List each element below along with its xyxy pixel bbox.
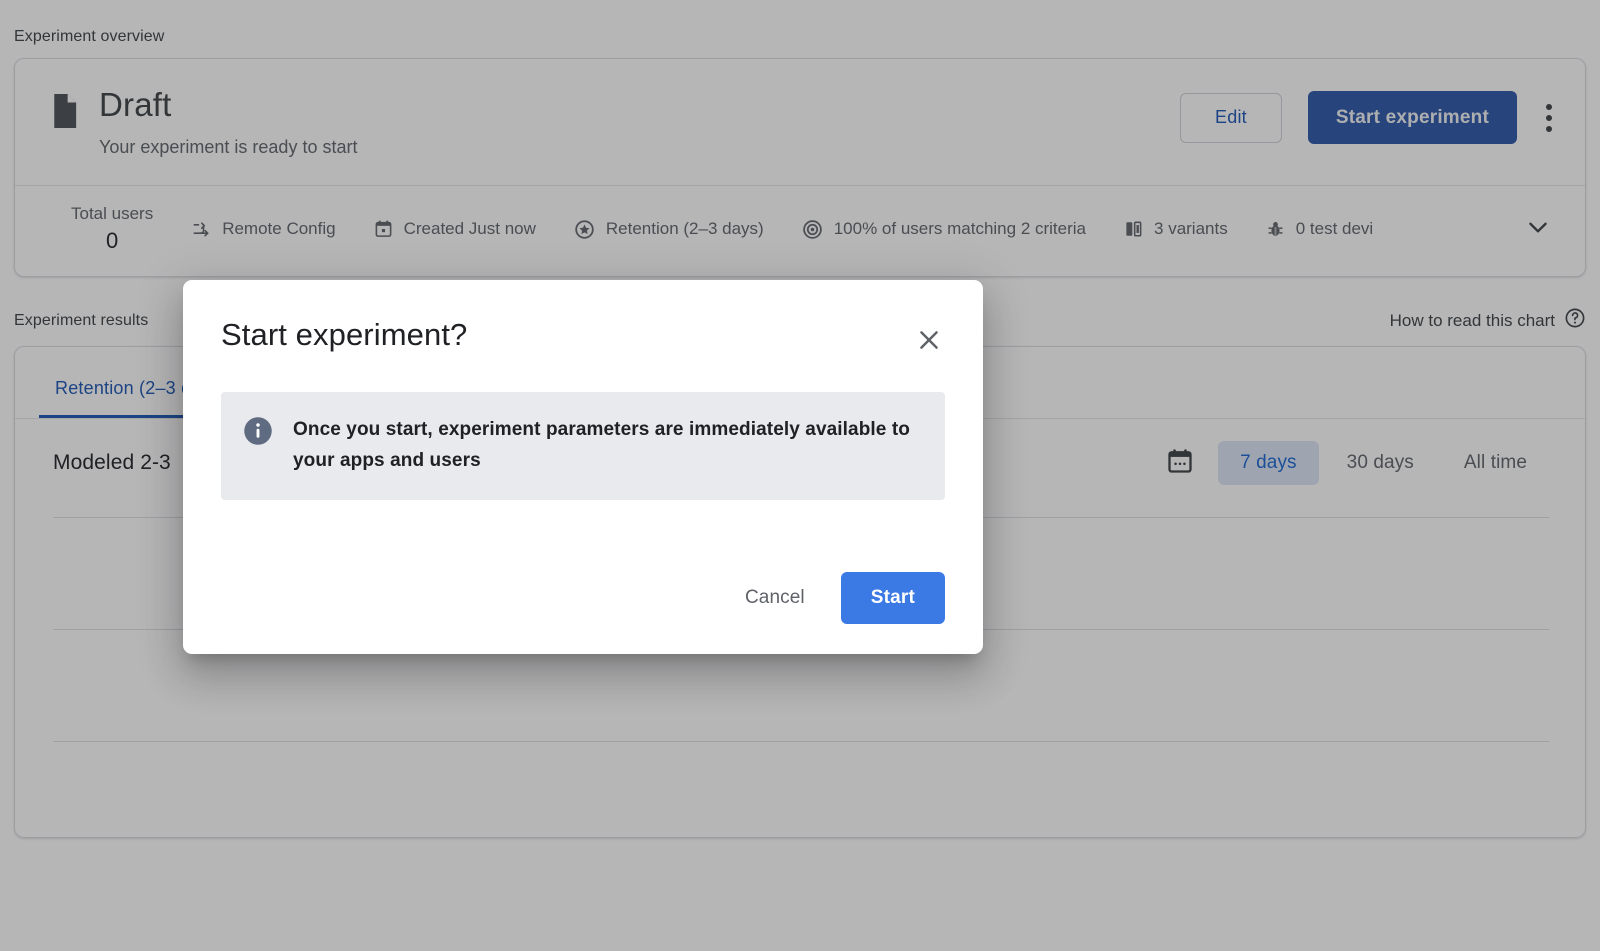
start-button[interactable]: Start: [841, 572, 945, 624]
dialog-title: Start experiment?: [221, 316, 467, 354]
cancel-button[interactable]: Cancel: [723, 575, 827, 621]
info-icon: [243, 416, 273, 451]
dialog-header: Start experiment?: [221, 316, 945, 365]
dialog-info-text: Once you start, experiment parameters ar…: [293, 414, 919, 476]
close-icon[interactable]: [909, 320, 949, 365]
start-experiment-dialog: Start experiment? Once you start, experi…: [183, 280, 983, 654]
dialog-info-box: Once you start, experiment parameters ar…: [221, 392, 945, 500]
dialog-actions: Cancel Start: [221, 572, 945, 624]
